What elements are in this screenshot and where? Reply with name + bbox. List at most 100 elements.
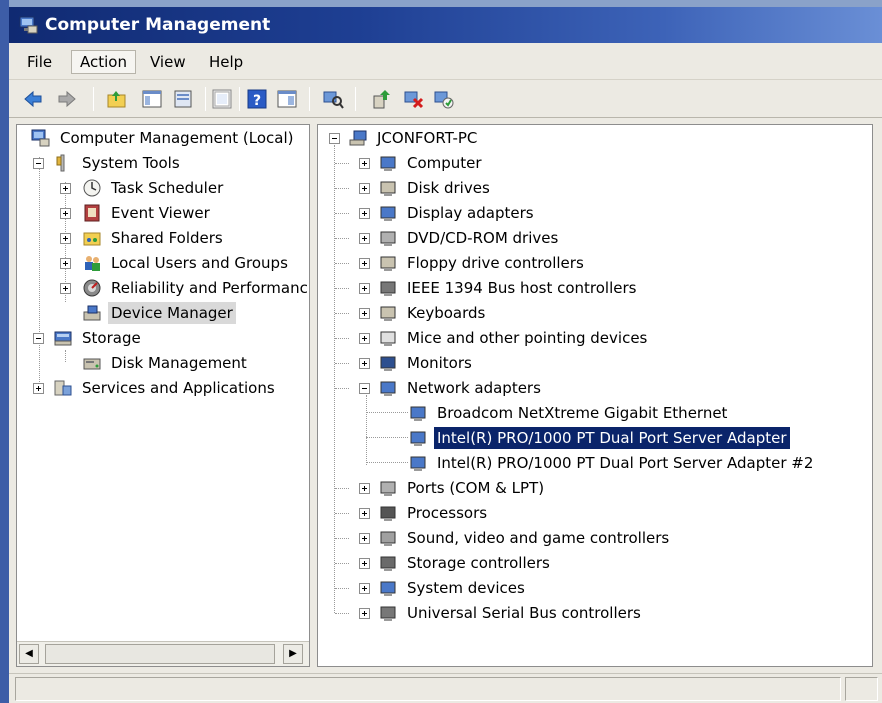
expand-keyboards-button[interactable] (359, 308, 370, 319)
scroll-left-button[interactable]: ◀ (19, 644, 39, 664)
help-icon[interactable]: ? (246, 88, 268, 110)
menu-action[interactable]: Action (71, 50, 136, 74)
network-adapter-icon (410, 456, 426, 471)
tree-connector (39, 157, 40, 382)
tree-connector (335, 488, 349, 489)
port-icon (380, 481, 396, 496)
disk-drive-icon (380, 181, 396, 196)
tree-connector (335, 388, 349, 389)
reliability-icon (83, 279, 101, 297)
clock-icon (83, 179, 101, 197)
tree-connector (65, 350, 66, 362)
tree-connector (366, 395, 367, 465)
collapse-network-adapters-button[interactable] (359, 383, 370, 394)
floppy-controller-icon (380, 256, 396, 271)
svg-text:?: ? (253, 93, 261, 109)
tree-connector (335, 288, 349, 289)
console-tree-pane: Computer Management (Local) System Tools… (16, 124, 310, 667)
window-title: Computer Management (45, 15, 271, 35)
expand-ports-com-lpt-button[interactable] (359, 483, 370, 494)
tree-connector (335, 363, 349, 364)
left-pane-horizontal-scrollbar[interactable]: ◀ ▶ (17, 641, 309, 666)
show-hide-tree-icon[interactable] (141, 88, 163, 110)
monitor-icon (380, 356, 396, 371)
tree-connector (335, 213, 349, 214)
expand-floppy-drive-controllers-button[interactable] (359, 258, 370, 269)
expand-universal-serial-bus-controllers-button[interactable] (359, 608, 370, 619)
toolbar-separator (205, 87, 206, 111)
tree-connector (334, 145, 335, 613)
processor-icon (380, 506, 396, 521)
window-top-border (0, 0, 882, 7)
expand-dvd-cd-rom-drives-button[interactable] (359, 233, 370, 244)
menu-file[interactable]: File (19, 52, 60, 72)
tree-connector (335, 163, 349, 164)
expand-disk-drives-button[interactable] (359, 183, 370, 194)
shared-folder-icon (83, 232, 101, 246)
computer-management-icon (19, 16, 38, 34)
expand-processors-button[interactable] (359, 508, 370, 519)
expand-reliability-button[interactable] (60, 283, 71, 294)
expand-display-adapters-button[interactable] (359, 208, 370, 219)
status-panel (15, 677, 841, 701)
tree-connector (335, 613, 349, 614)
window-left-border (0, 0, 9, 703)
computer-network-icon (349, 130, 367, 146)
title-bar[interactable]: Computer Management (9, 7, 882, 43)
storage-controller-icon (380, 556, 396, 571)
expand-ieee-1394-bus-host-controllers-button[interactable] (359, 283, 370, 294)
tree-connector (335, 588, 349, 589)
properties-icon[interactable] (172, 88, 194, 110)
sound-icon (380, 531, 396, 546)
expand-system-devices-button[interactable] (359, 583, 370, 594)
collapse-storage-button[interactable] (33, 333, 44, 344)
dvd-drive-icon (380, 231, 396, 246)
tree-connector (366, 437, 408, 438)
collapse-root-button[interactable] (329, 133, 340, 144)
update-driver-icon[interactable] (371, 88, 393, 110)
tools-icon (56, 154, 65, 172)
tree-connector (335, 238, 349, 239)
back-icon[interactable] (22, 88, 44, 110)
scroll-right-button[interactable]: ▶ (283, 644, 303, 664)
expand-sound-video-and-game-controllers-button[interactable] (359, 533, 370, 544)
toolbar-separator (355, 87, 356, 111)
tree-connector (366, 412, 408, 413)
help-icon[interactable] (211, 88, 233, 110)
services-icon (54, 380, 72, 396)
storage-icon (54, 331, 72, 346)
expand-computer-button[interactable] (359, 158, 370, 169)
show-hide-action-pane-icon[interactable] (276, 88, 298, 110)
mouse-icon (380, 331, 396, 346)
users-icon (85, 256, 100, 271)
usb-icon (380, 606, 396, 621)
scan-hardware-icon[interactable] (322, 88, 344, 110)
uninstall-device-icon[interactable] (433, 88, 455, 110)
tree-connector (335, 313, 349, 314)
menu-bar: File Action View Help (9, 43, 882, 80)
expand-mice-and-other-pointing-devices-button[interactable] (359, 333, 370, 344)
disk-icon (83, 358, 101, 370)
tree-connector (335, 563, 349, 564)
tree-connector (335, 188, 349, 189)
disable-device-icon[interactable] (403, 88, 425, 110)
expand-monitors-button[interactable] (359, 358, 370, 369)
expand-services-button[interactable] (33, 383, 44, 394)
scrollbar-thumb[interactable] (45, 644, 275, 664)
expand-storage-controllers-button[interactable] (359, 558, 370, 569)
up-folder-icon[interactable] (106, 88, 128, 110)
collapse-system-tools-button[interactable] (33, 158, 44, 169)
toolbar-separator (309, 87, 310, 111)
expand-task-scheduler-button[interactable] (60, 183, 71, 194)
menu-view[interactable]: View (142, 52, 194, 72)
menu-help[interactable]: Help (201, 52, 251, 72)
forward-icon[interactable] (56, 88, 78, 110)
expand-event-viewer-button[interactable] (60, 208, 71, 219)
device-tree-pane: JCONFORT-PC Computer Disk drives Display a… (317, 124, 873, 667)
event-viewer-icon (84, 204, 100, 222)
toolbar-separator (93, 87, 94, 111)
network-adapter-icon (410, 406, 426, 421)
tree-connector (335, 538, 349, 539)
expand-shared-folders-button[interactable] (60, 233, 71, 244)
expand-local-users-button[interactable] (60, 258, 71, 269)
